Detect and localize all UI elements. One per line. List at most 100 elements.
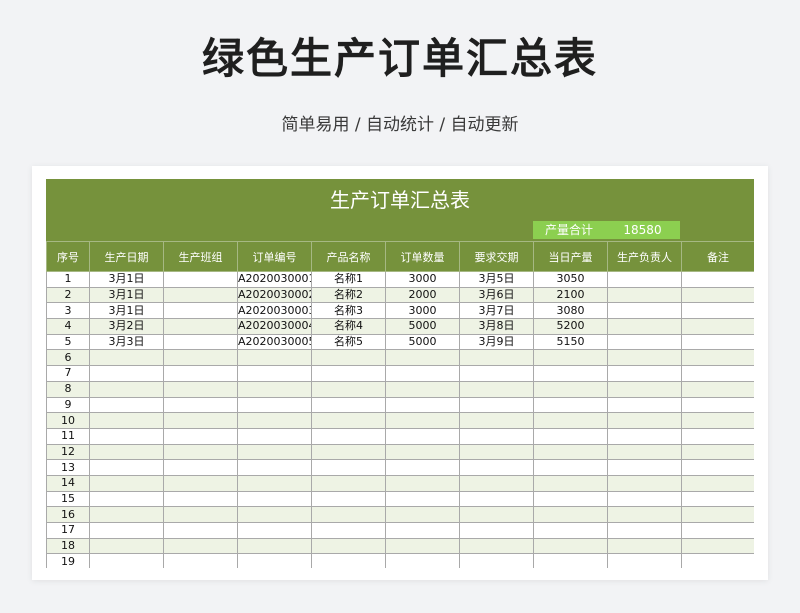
table-cell[interactable] [607,302,682,320]
table-cell[interactable] [533,443,608,461]
table-cell[interactable] [533,427,608,445]
table-cell[interactable]: 19 [46,553,90,568]
table-cell[interactable] [681,333,754,351]
table-cell[interactable] [681,490,754,508]
table-cell[interactable] [385,522,460,539]
table-cell[interactable] [163,443,238,461]
column-header[interactable]: 备注 [681,241,754,272]
table-cell[interactable] [681,396,754,414]
table-cell[interactable] [237,427,312,445]
table-cell[interactable]: 3月6日 [459,286,534,304]
table-cell[interactable] [311,427,386,445]
table-cell[interactable] [385,553,460,568]
table-cell[interactable]: 7 [46,365,90,382]
table-cell[interactable] [533,396,608,414]
table-cell[interactable] [533,474,608,492]
table-cell[interactable] [459,396,534,414]
table-cell[interactable] [311,553,386,568]
table-cell[interactable] [163,459,238,476]
table-cell[interactable] [607,474,682,492]
table-cell[interactable]: 3 [46,302,90,320]
table-cell[interactable] [311,349,386,367]
table-cell[interactable] [533,365,608,382]
table-cell[interactable]: 2000 [385,286,460,304]
column-header[interactable]: 序号 [46,241,90,272]
table-cell[interactable] [681,427,754,445]
table-cell[interactable]: 10 [46,412,90,429]
table-cell[interactable] [237,522,312,539]
table-cell[interactable]: 3月2日 [89,318,164,335]
table-cell[interactable] [459,490,534,508]
table-cell[interactable]: A2020030005 [237,333,312,351]
table-cell[interactable]: 名称5 [311,333,386,351]
table-cell[interactable] [533,490,608,508]
table-cell[interactable] [163,427,238,445]
table-cell[interactable] [533,380,608,398]
table-cell[interactable] [607,286,682,304]
table-cell[interactable] [459,365,534,382]
table-cell[interactable] [89,412,164,429]
table-cell[interactable] [163,474,238,492]
table-cell[interactable] [237,506,312,523]
table-cell[interactable]: 名称3 [311,302,386,320]
table-cell[interactable] [311,396,386,414]
table-cell[interactable] [385,537,460,555]
table-cell[interactable] [681,443,754,461]
table-cell[interactable] [237,553,312,568]
table-cell[interactable] [163,553,238,568]
table-cell[interactable] [607,349,682,367]
table-cell[interactable]: A2020030001 [237,271,312,288]
table-cell[interactable]: 名称4 [311,318,386,335]
table-cell[interactable]: 2100 [533,286,608,304]
table-cell[interactable]: 4 [46,318,90,335]
table-cell[interactable] [89,522,164,539]
table-cell[interactable]: 3月7日 [459,302,534,320]
table-cell[interactable] [163,506,238,523]
table-cell[interactable] [459,474,534,492]
table-cell[interactable] [311,537,386,555]
table-cell[interactable]: 3月1日 [89,271,164,288]
table-cell[interactable] [459,427,534,445]
table-cell[interactable] [607,490,682,508]
table-cell[interactable]: 17 [46,522,90,539]
table-cell[interactable]: 3050 [533,271,608,288]
table-cell[interactable] [385,380,460,398]
table-cell[interactable] [385,412,460,429]
table-cell[interactable] [163,271,238,288]
table-cell[interactable] [385,490,460,508]
table-cell[interactable] [163,396,238,414]
table-cell[interactable]: 8 [46,380,90,398]
table-cell[interactable] [681,271,754,288]
table-cell[interactable] [163,302,238,320]
total-output-value[interactable]: 18580 [605,221,680,239]
table-cell[interactable] [89,443,164,461]
table-cell[interactable] [311,522,386,539]
table-cell[interactable]: 6 [46,349,90,367]
table-cell[interactable] [163,333,238,351]
table-cell[interactable] [681,286,754,304]
table-cell[interactable] [237,365,312,382]
table-cell[interactable] [533,553,608,568]
table-cell[interactable] [311,506,386,523]
table-cell[interactable] [89,506,164,523]
table-cell[interactable] [459,522,534,539]
table-cell[interactable] [311,490,386,508]
table-cell[interactable] [459,380,534,398]
table-cell[interactable] [681,474,754,492]
table-cell[interactable] [385,474,460,492]
table-cell[interactable] [607,427,682,445]
table-cell[interactable] [237,490,312,508]
table-cell[interactable] [237,459,312,476]
table-cell[interactable] [311,365,386,382]
table-cell[interactable] [459,537,534,555]
table-cell[interactable]: 2 [46,286,90,304]
table-cell[interactable] [163,349,238,367]
table-cell[interactable] [459,553,534,568]
table-cell[interactable]: 3月5日 [459,271,534,288]
table-cell[interactable] [681,522,754,539]
table-cell[interactable] [385,396,460,414]
table-cell[interactable] [89,490,164,508]
column-header[interactable]: 要求交期 [459,241,534,272]
table-cell[interactable] [163,286,238,304]
table-cell[interactable] [533,506,608,523]
